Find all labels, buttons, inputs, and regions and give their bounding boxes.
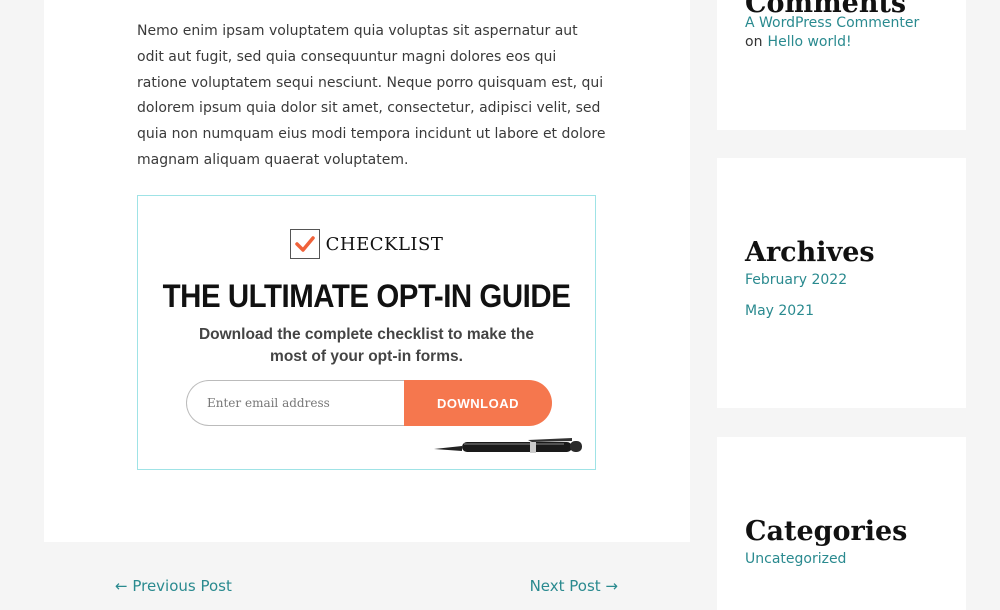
pen-icon bbox=[434, 438, 582, 453]
optin-subtitle: Download the complete checklist to make … bbox=[198, 326, 535, 365]
optin-title: THE ULTIMATE OPT-IN GUIDE bbox=[162, 278, 571, 314]
next-post-link[interactable]: Next Post → bbox=[530, 577, 618, 595]
comment-entry: on Hello world! bbox=[745, 31, 852, 50]
post-navigation: ← Previous Post Next Post → bbox=[44, 543, 690, 610]
archives-widget: Archives February 2022 May 2021 bbox=[717, 158, 966, 408]
archives-title: Archives bbox=[745, 237, 875, 268]
checklist-label: CHECKLIST bbox=[325, 233, 444, 255]
comment-post-link[interactable]: Hello world! bbox=[768, 34, 852, 50]
download-button[interactable]: DOWNLOAD bbox=[404, 380, 552, 426]
post-paragraph: Nemo enim ipsam voluptatem quia voluptas… bbox=[137, 23, 606, 168]
comments-widget: Comments A WordPress Commenter on Hello … bbox=[717, 0, 966, 130]
categories-title: Categories bbox=[745, 516, 908, 547]
category-link[interactable]: Uncategorized bbox=[745, 551, 846, 567]
comment-author-link[interactable]: A WordPress Commenter bbox=[745, 15, 919, 31]
checkbox-check-icon bbox=[289, 229, 320, 259]
archive-link[interactable]: May 2021 bbox=[745, 303, 814, 319]
previous-post-link[interactable]: ← Previous Post bbox=[115, 577, 232, 595]
checklist-header: CHECKLIST bbox=[138, 229, 595, 259]
archive-link[interactable]: February 2022 bbox=[745, 272, 847, 288]
email-input[interactable] bbox=[186, 380, 426, 426]
optin-box: CHECKLIST THE ULTIMATE OPT-IN GUIDE Down… bbox=[137, 195, 596, 470]
categories-widget: Categories Uncategorized bbox=[717, 437, 966, 610]
comment-on-text: on bbox=[745, 34, 763, 50]
